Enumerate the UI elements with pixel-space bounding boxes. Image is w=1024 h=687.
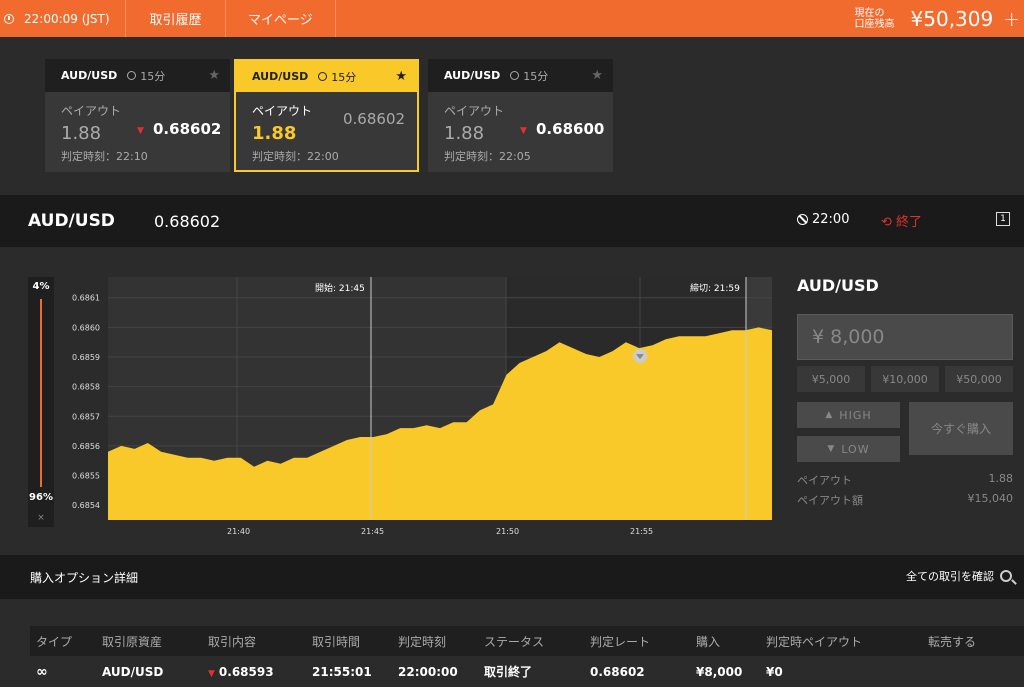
order-panel: AUD/USD ¥ 8,000 ¥5,000 ¥10,000 ¥50,000 ▲… bbox=[797, 276, 1013, 508]
x-tick-label: 21:40 bbox=[227, 527, 250, 536]
option-card-active[interactable]: AUD/USD 15分 ★ ペイアウト 1.88 0.68602 判定時刻：22… bbox=[234, 59, 419, 172]
search-icon bbox=[1000, 570, 1012, 582]
chart-toggle-icon[interactable]: 1 bbox=[996, 212, 1010, 226]
clock-icon bbox=[127, 71, 137, 80]
y-tick-label: 0.6854 bbox=[72, 501, 100, 510]
payout-amount-row: ペイアウト額 ¥15,040 bbox=[797, 492, 1013, 507]
trade-table: タイプ 取引原資産 取引内容 取引時間 判定時刻 ステータス 判定レート 購入 … bbox=[30, 626, 1024, 687]
detail-bar: 購入オプション詳細 全ての取引を確認 bbox=[0, 555, 1024, 599]
link-icon: ∞ bbox=[36, 663, 48, 680]
high-percent: 4% bbox=[32, 281, 50, 292]
payout-row: ペイアウト 1.88 bbox=[797, 472, 1013, 487]
down-arrow-icon: ▼ bbox=[520, 125, 527, 136]
down-arrow-icon: ▼ bbox=[137, 125, 144, 136]
star-icon[interactable]: ★ bbox=[395, 69, 407, 84]
y-tick-label: 0.6859 bbox=[72, 353, 100, 362]
card-rate: 0.68602 bbox=[343, 110, 406, 128]
table-row[interactable]: ∞ AUD/USD ▼ 0.68593 21:55:01 22:00:00 取引終… bbox=[30, 656, 1024, 687]
y-tick-label: 0.6856 bbox=[72, 442, 100, 451]
table-header: タイプ 取引原資産 取引内容 取引時間 判定時刻 ステータス 判定レート 購入 … bbox=[30, 626, 1024, 656]
y-tick-label: 0.6861 bbox=[72, 294, 100, 303]
chip-10000[interactable]: ¥10,000 bbox=[871, 366, 939, 392]
clock-text: 22:00:09 (JST) bbox=[24, 11, 110, 26]
current-rate: 0.68602 bbox=[154, 211, 221, 231]
start-label: 開始: 21:45 bbox=[315, 282, 365, 294]
judge-time: 判定時刻：22:00 bbox=[252, 150, 339, 163]
clock-icon bbox=[510, 71, 520, 80]
x-tick-label: 21:45 bbox=[361, 527, 384, 536]
card-header: AUD/USD 15分 ★ bbox=[236, 61, 417, 92]
chip-5000[interactable]: ¥5,000 bbox=[797, 366, 865, 392]
account-balance: 現在の 口座残高 ¥50,309 + bbox=[855, 0, 1024, 37]
low-button[interactable]: ▼ LOW bbox=[797, 436, 900, 462]
expiry-time: 22:00 bbox=[797, 212, 849, 227]
star-icon[interactable]: ★ bbox=[208, 68, 220, 83]
judge-time: 判定時刻：22:10 bbox=[61, 150, 148, 163]
pair-name: AUD/USD bbox=[28, 211, 115, 231]
down-arrow-icon: ▼ bbox=[827, 444, 836, 454]
high-button[interactable]: ▲ HIGH bbox=[797, 402, 900, 428]
down-arrow-icon: ▼ bbox=[208, 668, 215, 679]
chip-50000[interactable]: ¥50,000 bbox=[945, 366, 1013, 392]
up-arrow-icon: ▲ bbox=[825, 410, 834, 420]
plus-icon[interactable]: + bbox=[1003, 7, 1020, 31]
option-card[interactable]: AUD/USD 15分 ★ ペイアウト 1.88 ▼ 0.68602 判定時刻：2… bbox=[45, 59, 230, 172]
history-icon: ⟲ bbox=[881, 215, 897, 230]
order-pair: AUD/USD bbox=[797, 276, 879, 295]
top-bar: 22:00:09 (JST) 取引履歴 マイページ 現在の 口座残高 ¥50,3… bbox=[0, 0, 1024, 37]
meter-bar bbox=[40, 299, 42, 487]
status-closed: ⟲ 終了 bbox=[881, 215, 923, 230]
star-icon[interactable]: ★ bbox=[591, 68, 603, 83]
x-tick-label: 21:50 bbox=[496, 527, 519, 536]
chart-svg: 0.6861 0.6860 0.6859 0.6858 0.6857 0.6856 0.68… bbox=[72, 277, 772, 536]
price-chart: 0.6861 0.6860 0.6859 0.6858 0.6857 0.6856 0.68… bbox=[60, 276, 776, 540]
balance-amount: ¥50,309 bbox=[910, 6, 994, 31]
high-low-meter: 4% 96% × bbox=[28, 277, 54, 527]
amount-input[interactable]: ¥ 8,000 bbox=[797, 314, 1013, 360]
buy-now-button[interactable]: 今すぐ購入 bbox=[909, 402, 1013, 455]
detail-title: 購入オプション詳細 bbox=[30, 570, 139, 585]
y-tick-label: 0.6860 bbox=[72, 323, 100, 332]
low-percent: 96% bbox=[29, 492, 53, 503]
amount-chips: ¥5,000 ¥10,000 ¥50,000 bbox=[797, 366, 1013, 392]
option-card[interactable]: AUD/USD 15分 ★ ペイアウト 1.88 ▼ 0.68600 判定時刻：2… bbox=[428, 59, 613, 172]
server-clock: 22:00:09 (JST) bbox=[0, 0, 126, 37]
view-all-trades-link[interactable]: 全ての取引を確認 bbox=[906, 568, 1012, 584]
y-tick-label: 0.6855 bbox=[72, 472, 100, 481]
judge-time: 判定時刻：22:05 bbox=[444, 150, 531, 163]
card-header: AUD/USD 15分 ★ bbox=[428, 59, 613, 92]
nav-trade-history[interactable]: 取引履歴 bbox=[126, 0, 226, 37]
pair-bar: AUD/USD 0.68602 22:00 ⟲ 終了 bbox=[0, 195, 1024, 247]
card-rate: ▼ 0.68602 bbox=[137, 120, 222, 138]
balance-label: 現在の 口座残高 bbox=[854, 7, 895, 30]
y-tick-label: 0.6857 bbox=[72, 412, 100, 421]
y-tick-label: 0.6858 bbox=[72, 383, 100, 392]
x-tick-label: 21:55 bbox=[630, 527, 653, 536]
close-icon[interactable]: × bbox=[28, 513, 54, 523]
clock-icon bbox=[4, 13, 14, 24]
card-rate: ▼ 0.68600 bbox=[520, 120, 605, 138]
card-header: AUD/USD 15分 ★ bbox=[45, 59, 230, 92]
nav-mypage[interactable]: マイページ bbox=[226, 0, 336, 37]
clock-icon bbox=[318, 72, 328, 81]
deadline-label: 締切: 21:59 bbox=[690, 282, 740, 294]
ban-icon bbox=[797, 214, 808, 225]
